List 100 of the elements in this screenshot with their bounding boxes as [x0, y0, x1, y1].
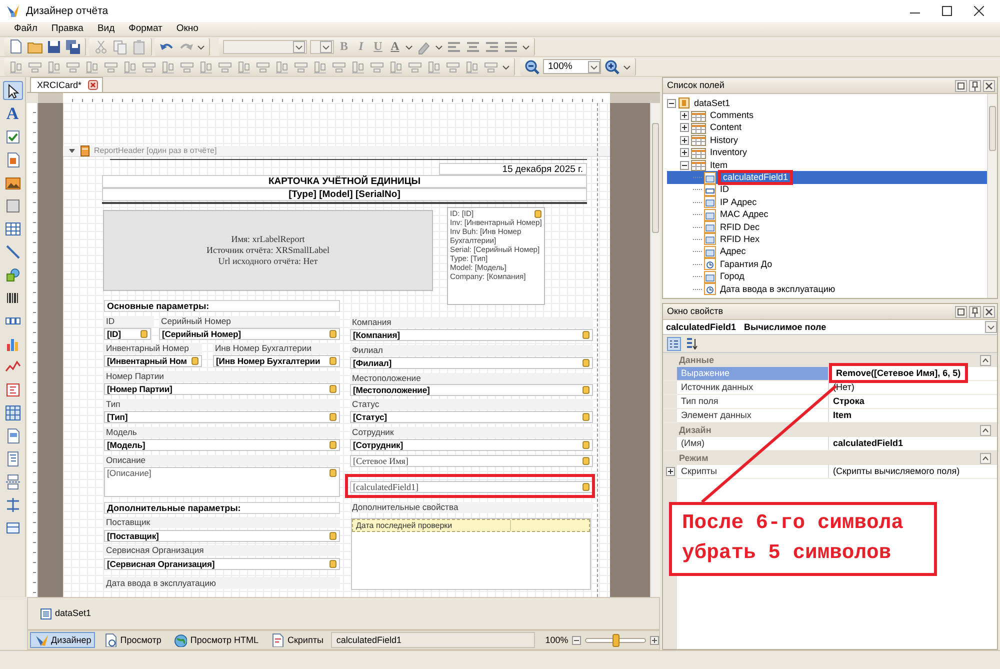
slider-thumb[interactable] [612, 634, 620, 646]
collapse-icon[interactable] [667, 98, 676, 108]
expand-icon[interactable] [680, 123, 689, 132]
tree-item[interactable]: Comments [708, 110, 756, 122]
property-name[interactable]: Элемент данных [677, 409, 829, 422]
pointer-tool[interactable] [2, 81, 22, 100]
menu-item[interactable]: Формат [128, 23, 162, 35]
tree-item[interactable]: History [708, 134, 740, 146]
report-field[interactable]: [Поставщик] [104, 530, 340, 542]
pivot-tool[interactable] [2, 403, 22, 422]
maximize-icon[interactable] [955, 80, 967, 92]
cylinder-icon [329, 329, 337, 339]
zoom-in-icon[interactable] [604, 58, 620, 74]
tree-item[interactable]: RFID Dec [718, 222, 762, 233]
view-tab[interactable]: Скрипты [266, 632, 328, 648]
report-field[interactable]: [Компания] [350, 329, 593, 341]
summary-icon [4, 382, 20, 398]
report-field[interactable]: [Статус] [350, 411, 593, 423]
report-field[interactable]: [Описание] [104, 467, 340, 497]
report-field[interactable]: [Номер Партии] [104, 383, 340, 395]
collapse-arrow-icon[interactable] [68, 147, 76, 155]
report-field[interactable]: [calculatedField1] [350, 481, 593, 493]
menu-item[interactable]: Файл [14, 23, 38, 35]
property-value[interactable]: (Скрипты вычисляемого поля) [829, 465, 960, 478]
expand-icon[interactable] [680, 136, 689, 145]
tree-item[interactable]: Inventory [708, 147, 750, 158]
property-value[interactable]: Item [829, 409, 852, 422]
view-tab[interactable]: Просмотр HTML [169, 632, 262, 648]
scrollbar[interactable] [650, 103, 660, 597]
tree-item[interactable]: Content [708, 122, 744, 134]
plus-icon[interactable] [650, 636, 659, 644]
expand-icon[interactable] [666, 467, 674, 476]
menu-item[interactable]: Вид [97, 23, 115, 35]
field-caption: Поставщик [104, 517, 340, 528]
format-button[interactable]: A [388, 39, 402, 54]
tree-item[interactable]: RFID Hex [718, 234, 762, 245]
cylinder-icon [582, 330, 590, 340]
view-tab[interactable]: Просмотр [99, 632, 166, 648]
report-field[interactable]: [Серийный Номер] [159, 328, 340, 340]
report-field[interactable]: [Сервисная Организация] [104, 558, 340, 570]
report-field[interactable]: [Модель] [104, 439, 340, 451]
sort-icon[interactable] [684, 336, 698, 350]
tree-item[interactable]: IP Адрес [718, 196, 759, 208]
close-icon[interactable] [983, 80, 995, 92]
property-value[interactable]: Строка [829, 395, 864, 408]
tree-item[interactable]: Адрес [718, 246, 748, 258]
property-value[interactable]: Remove([Сетевое Имя], 6, 5) [829, 363, 968, 383]
tree-item[interactable]: Item [708, 160, 730, 171]
field-icon [704, 184, 716, 196]
report-field[interactable]: [Инвентарный Ном [104, 355, 202, 367]
tree-item[interactable]: calculatedField1 [718, 170, 794, 186]
maximize-icon[interactable] [955, 306, 967, 318]
property-name[interactable]: Тип поля [677, 395, 829, 408]
close-icon[interactable] [983, 306, 995, 318]
expand-icon[interactable] [680, 148, 689, 158]
pin-icon[interactable] [969, 80, 981, 92]
collapse-icon[interactable] [680, 160, 689, 170]
field-caption: Компания [350, 317, 593, 328]
property-name[interactable]: Источник данных [677, 381, 829, 394]
report-field[interactable]: [Сетевое Имя] [350, 455, 593, 467]
maximize-icon[interactable] [942, 6, 952, 16]
document-tab[interactable]: XRCICard* [30, 77, 103, 92]
property-name[interactable]: Скрипты [677, 465, 829, 478]
expand-icon[interactable] [680, 111, 689, 120]
report-field[interactable]: [ID] [104, 328, 151, 340]
report-field[interactable]: [Местоположение] [350, 384, 593, 396]
categorized-icon[interactable] [667, 336, 681, 350]
collapse-icon[interactable] [980, 452, 991, 464]
collapse-icon[interactable] [980, 424, 991, 436]
close-icon[interactable] [974, 6, 984, 16]
tree-item[interactable]: Город [718, 271, 746, 282]
tree-item[interactable]: Гарантия До [718, 258, 774, 270]
tree-item[interactable]: Дата ввода в эксплуатацию [718, 284, 838, 295]
report-field[interactable]: [Филиал] [350, 357, 593, 369]
tree-item[interactable]: ID [718, 184, 731, 196]
view-tab[interactable]: Дизайнер [30, 632, 96, 648]
report-field[interactable]: [Тип] [104, 411, 340, 423]
component-item[interactable]: dataSet1 [40, 608, 92, 620]
tree-item[interactable]: MAC Адрес [718, 209, 770, 220]
pin-icon[interactable] [969, 306, 981, 318]
close-icon[interactable] [88, 80, 98, 90]
report-field[interactable]: [Инв Номер Бухгалтерии [213, 355, 340, 367]
zoom-dropdown[interactable]: 100% [543, 59, 601, 74]
tree-item[interactable]: dataSet1 [692, 98, 732, 109]
save-icon[interactable] [46, 38, 62, 54]
zoom-out-icon[interactable] [524, 58, 540, 74]
field-text: [Тип] [107, 412, 128, 422]
report-field[interactable]: [Сотрудник] [350, 439, 593, 451]
category-label: Данные [679, 354, 714, 366]
globe-icon [173, 633, 188, 647]
menu-item[interactable]: Правка [51, 23, 84, 35]
collapse-icon[interactable] [980, 354, 991, 366]
save-all-icon[interactable] [65, 38, 81, 54]
font-size-dropdown[interactable] [310, 40, 334, 54]
scrollbar[interactable] [987, 94, 997, 298]
minus-icon[interactable] [572, 636, 582, 644]
label-tool[interactable]: A [2, 104, 22, 123]
menu-item[interactable]: Окно [176, 23, 198, 35]
property-name[interactable]: (Имя) [677, 437, 829, 450]
property-value[interactable]: calculatedField1 [829, 437, 904, 450]
